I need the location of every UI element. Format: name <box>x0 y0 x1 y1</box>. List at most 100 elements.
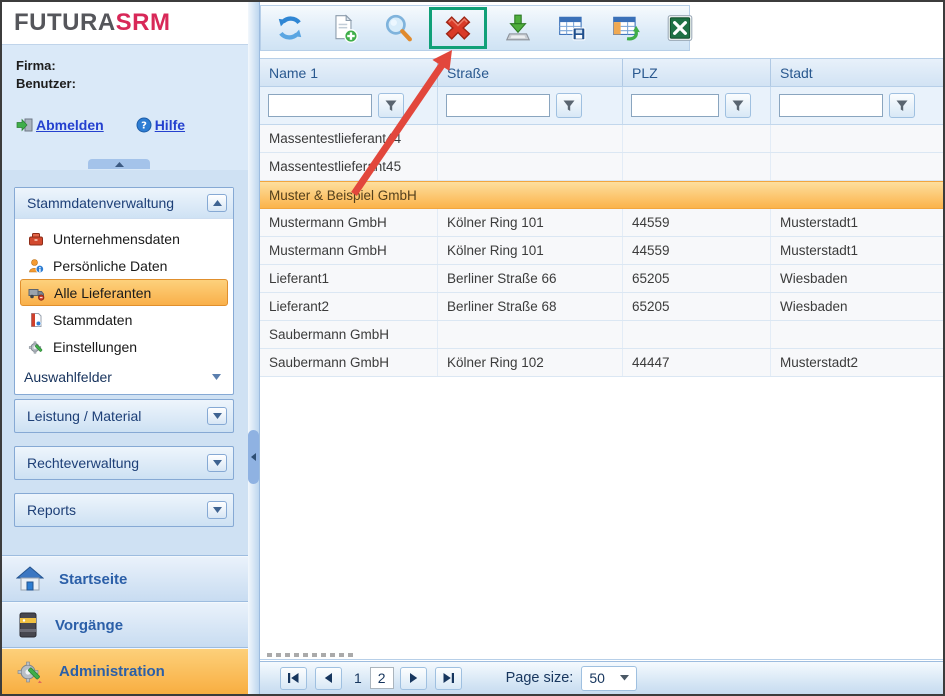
filter-input-strasse[interactable] <box>446 94 550 117</box>
filter-cell-plz <box>622 87 770 124</box>
sidebar-item-administration[interactable]: Administration <box>2 648 248 694</box>
sidebar-splitter[interactable] <box>248 2 260 694</box>
filter-button-stadt[interactable] <box>889 93 915 118</box>
page-size-label: Page size: <box>506 670 574 686</box>
delete-button[interactable] <box>442 12 474 44</box>
cell-plz <box>622 153 770 180</box>
delete-icon <box>442 13 474 43</box>
table-row[interactable]: Lieferant1 Berliner Straße 66 65205 Wies… <box>260 265 943 293</box>
next-page-icon <box>409 673 418 683</box>
first-page-icon <box>288 673 299 683</box>
sidebar-item-unternehmensdaten[interactable]: Unternehmensdaten <box>20 225 228 252</box>
sidebar-item-label: Persönliche Daten <box>53 258 167 274</box>
column-header-plz[interactable]: PLZ <box>622 59 770 86</box>
expand-button[interactable] <box>207 407 227 425</box>
grid-header-row: Name 1 Straße PLZ Stadt <box>260 58 943 87</box>
sidebar-item-einstellungen[interactable]: Einstellungen <box>20 333 228 360</box>
help-link[interactable]: ? Hilfe <box>136 117 185 133</box>
table-row[interactable]: Massentestlieferant44 <box>260 125 943 153</box>
new-document-button[interactable] <box>329 12 359 44</box>
filter-button-strasse[interactable] <box>556 93 582 118</box>
first-page-button[interactable] <box>280 667 307 690</box>
table-row[interactable]: Lieferant2 Berliner Straße 68 65205 Wies… <box>260 293 943 321</box>
table-row[interactable]: Mustermann GmbH Kölner Ring 101 44559 Mu… <box>260 209 943 237</box>
chevron-left-icon <box>251 453 256 461</box>
search-button[interactable] <box>383 12 413 44</box>
table-export-button[interactable] <box>611 12 641 44</box>
table-row-selected[interactable]: Muster & Beispiel GmbH <box>260 181 943 209</box>
excel-export-button[interactable] <box>665 12 695 44</box>
filter-cell-stadt <box>770 87 943 124</box>
filter-button-plz[interactable] <box>725 93 751 118</box>
splitter-collapse-handle[interactable] <box>248 430 259 484</box>
cell-strasse: Kölner Ring 101 <box>437 237 622 264</box>
logout-label: Abmelden <box>36 117 104 133</box>
panel-rechteverwaltung[interactable]: Rechteverwaltung <box>14 446 234 480</box>
page-size-select[interactable]: 50 <box>581 666 637 691</box>
cell-plz: 44559 <box>622 237 770 264</box>
column-header-strasse[interactable]: Straße <box>437 59 622 86</box>
filter-input-plz[interactable] <box>631 94 719 117</box>
filter-button-name1[interactable] <box>378 93 404 118</box>
sidebar-item-alle-lieferanten[interactable]: Alle Lieferanten <box>20 279 228 306</box>
page-number-1[interactable]: 1 <box>354 670 362 686</box>
search-icon <box>383 13 413 43</box>
table-row[interactable]: Saubermann GmbH <box>260 321 943 349</box>
page-number-2-current[interactable]: 2 <box>370 667 394 689</box>
panel-collapse-handle[interactable] <box>88 159 150 169</box>
grid-bottom-border <box>260 659 943 660</box>
funnel-icon <box>896 100 908 112</box>
cell-plz <box>622 125 770 152</box>
funnel-icon <box>385 100 397 112</box>
panel-reports[interactable]: Reports <box>14 493 234 527</box>
previous-page-button[interactable] <box>315 667 342 690</box>
collapse-button[interactable] <box>207 194 227 212</box>
panel-label: Reports <box>27 502 76 518</box>
application-window: FUTURA SRM Firma: Benutzer: Abmelden ? <box>0 0 945 696</box>
stammdaten-panel-header[interactable]: Stammdatenverwaltung <box>15 188 233 219</box>
new-document-icon <box>329 13 359 43</box>
filter-cell-strasse <box>437 87 622 124</box>
logout-link[interactable]: Abmelden <box>16 117 104 133</box>
cell-strasse: Kölner Ring 102 <box>437 349 622 376</box>
grid-toolbar <box>260 5 690 51</box>
sidebar-item-auswahlfelder[interactable]: Auswahlfelder <box>15 362 233 394</box>
table-save-button[interactable] <box>557 12 587 44</box>
bottom-item-label: Startseite <box>59 571 127 588</box>
cell-name1: Mustermann GmbH <box>260 237 437 264</box>
column-header-stadt[interactable]: Stadt <box>770 59 943 86</box>
cell-stadt <box>770 125 943 152</box>
person-icon <box>28 258 44 274</box>
refresh-icon <box>275 13 305 43</box>
last-page-button[interactable] <box>435 667 462 690</box>
sidebar-item-vorgaenge[interactable]: Vorgänge <box>2 602 248 648</box>
sidebar-item-stammdaten[interactable]: Stammdaten <box>20 306 228 333</box>
sidebar-item-persoenliche-daten[interactable]: Persönliche Daten <box>20 252 228 279</box>
expand-button[interactable] <box>207 501 227 519</box>
table-row[interactable]: Saubermann GmbH Kölner Ring 102 44447 Mu… <box>260 349 943 377</box>
filter-input-stadt[interactable] <box>779 94 883 117</box>
column-header-name1[interactable]: Name 1 <box>260 59 437 86</box>
import-button[interactable] <box>503 12 533 44</box>
filter-input-name1[interactable] <box>268 94 372 117</box>
cell-stadt: Wiesbaden <box>770 293 943 320</box>
next-page-button[interactable] <box>400 667 427 690</box>
bottom-navigation: Startseite Vorgänge <box>2 555 248 694</box>
cell-strasse: Kölner Ring 101 <box>437 209 622 236</box>
table-row[interactable]: Massentestlieferant45 <box>260 153 943 181</box>
previous-page-icon <box>324 673 333 683</box>
benutzer-label: Benutzer: <box>16 75 248 93</box>
bottom-item-label: Vorgänge <box>55 617 123 634</box>
cell-plz: 65205 <box>622 293 770 320</box>
chevron-down-icon <box>213 507 222 513</box>
cell-stadt: Musterstadt1 <box>770 209 943 236</box>
panel-leistung-material[interactable]: Leistung / Material <box>14 399 234 433</box>
sidebar-item-startseite[interactable]: Startseite <box>2 556 248 602</box>
help-icon: ? <box>136 117 152 133</box>
table-export-icon <box>611 13 641 43</box>
refresh-button[interactable] <box>275 12 305 44</box>
stammdaten-items: Unternehmensdaten Persönliche Daten <box>15 219 233 362</box>
table-save-icon <box>557 13 587 43</box>
table-row[interactable]: Mustermann GmbH Kölner Ring 101 44559 Mu… <box>260 237 943 265</box>
expand-button[interactable] <box>207 454 227 472</box>
